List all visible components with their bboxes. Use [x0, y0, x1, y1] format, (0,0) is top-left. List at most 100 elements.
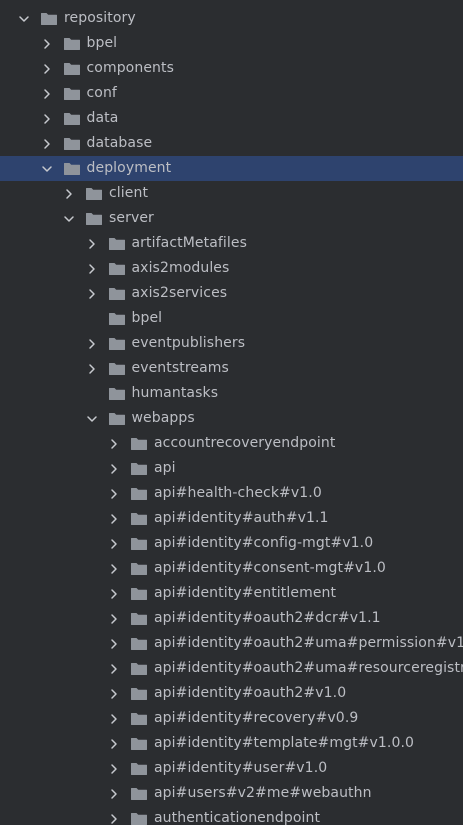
tree-item[interactable]: artifactMetafiles: [0, 231, 463, 256]
chevron-right-icon[interactable]: [106, 686, 122, 702]
project-tree[interactable]: repository bpel components conf data database…: [0, 0, 463, 825]
folder-icon: [130, 712, 148, 726]
tree-item[interactable]: api#identity#oauth2#uma#resourceregistra…: [0, 656, 463, 681]
tree-item[interactable]: database: [0, 131, 463, 156]
tree-item[interactable]: api#identity#oauth2#dcr#v1.1: [0, 606, 463, 631]
chevron-right-icon[interactable]: [84, 286, 100, 302]
chevron-right-icon[interactable]: [106, 636, 122, 652]
tree-item-label: api#identity#consent-mgt#v1.0: [154, 560, 386, 576]
folder-icon: [108, 312, 126, 326]
tree-item-label: data: [86, 110, 119, 126]
tree-item[interactable]: authenticationendpoint: [0, 806, 463, 825]
folder-icon: [108, 262, 126, 276]
tree-item-label: bpel: [131, 310, 163, 326]
tree-item-label: api#identity#config-mgt#v1.0: [154, 535, 374, 551]
chevron-right-icon[interactable]: [39, 86, 55, 102]
folder-icon: [130, 487, 148, 501]
tree-item[interactable]: components: [0, 56, 463, 81]
folder-icon: [130, 687, 148, 701]
tree-item[interactable]: eventstreams: [0, 356, 463, 381]
tree-item-label: api#identity#recovery#v0.9: [154, 710, 359, 726]
tree-item[interactable]: bpel: [0, 31, 463, 56]
chevron-right-icon[interactable]: [39, 61, 55, 77]
folder-icon: [108, 412, 126, 426]
chevron-right-icon[interactable]: [106, 611, 122, 627]
tree-item-label: humantasks: [131, 385, 219, 401]
chevron-down-icon[interactable]: [61, 211, 77, 227]
tree-item-label: api#identity#oauth2#uma#resourceregistra…: [154, 660, 463, 676]
folder-icon: [63, 137, 81, 151]
tree-item[interactable]: api#identity#template#mgt#v1.0.0: [0, 731, 463, 756]
folder-icon: [130, 787, 148, 801]
tree-item[interactable]: api#identity#auth#v1.1: [0, 506, 463, 531]
tree-item[interactable]: client: [0, 181, 463, 206]
chevron-right-icon[interactable]: [84, 336, 100, 352]
chevron-right-icon[interactable]: [106, 536, 122, 552]
tree-item[interactable]: deployment: [0, 156, 463, 181]
chevron-right-icon[interactable]: [84, 361, 100, 377]
chevron-right-icon[interactable]: [39, 36, 55, 52]
folder-icon: [130, 737, 148, 751]
chevron-down-icon[interactable]: [84, 411, 100, 427]
tree-item[interactable]: api: [0, 456, 463, 481]
tree-item-label: api#identity#oauth2#v1.0: [154, 685, 347, 701]
tree-item[interactable]: humantasks: [0, 381, 463, 406]
tree-item[interactable]: conf: [0, 81, 463, 106]
chevron-right-icon[interactable]: [106, 661, 122, 677]
tree-item[interactable]: accountrecoveryendpoint: [0, 431, 463, 456]
chevron-down-icon[interactable]: [16, 11, 32, 27]
folder-icon: [63, 87, 81, 101]
folder-icon: [63, 112, 81, 126]
tree-item[interactable]: api#health-check#v1.0: [0, 481, 463, 506]
tree-item[interactable]: api#identity#entitlement: [0, 581, 463, 606]
folder-icon: [108, 337, 126, 351]
chevron-right-icon[interactable]: [106, 511, 122, 527]
tree-item[interactable]: api#identity#oauth2#v1.0: [0, 681, 463, 706]
tree-item[interactable]: api#identity#consent-mgt#v1.0: [0, 556, 463, 581]
tree-item[interactable]: api#users#v2#me#webauthn: [0, 781, 463, 806]
chevron-right-icon[interactable]: [106, 586, 122, 602]
tree-item[interactable]: api#identity#user#v1.0: [0, 756, 463, 781]
tree-item-label: webapps: [131, 410, 195, 426]
chevron-right-icon[interactable]: [39, 111, 55, 127]
folder-icon: [85, 212, 103, 226]
tree-item[interactable]: webapps: [0, 406, 463, 431]
tree-item[interactable]: server: [0, 206, 463, 231]
chevron-right-icon[interactable]: [106, 561, 122, 577]
chevron-right-icon[interactable]: [106, 461, 122, 477]
chevron-right-icon[interactable]: [106, 711, 122, 727]
tree-item-label: conf: [86, 85, 117, 101]
chevron-right-icon[interactable]: [106, 811, 122, 825]
tree-item[interactable]: axis2services: [0, 281, 463, 306]
tree-item[interactable]: axis2modules: [0, 256, 463, 281]
chevron-right-icon[interactable]: [106, 486, 122, 502]
tree-item[interactable]: repository: [0, 6, 463, 31]
tree-item-label: api#identity#oauth2#uma#permission#v1.0: [154, 635, 463, 651]
tree-item[interactable]: api#identity#oauth2#uma#permission#v1.0: [0, 631, 463, 656]
tree-item[interactable]: eventpublishers: [0, 331, 463, 356]
tree-item-label: accountrecoveryendpoint: [154, 435, 336, 451]
tree-item[interactable]: api#identity#recovery#v0.9: [0, 706, 463, 731]
chevron-right-icon[interactable]: [39, 136, 55, 152]
tree-item[interactable]: bpel: [0, 306, 463, 331]
chevron-right-icon[interactable]: [84, 261, 100, 277]
folder-icon: [85, 187, 103, 201]
folder-icon: [108, 387, 126, 401]
chevron-right-icon[interactable]: [61, 186, 77, 202]
tree-item-label: repository: [64, 10, 136, 26]
chevron-right-icon[interactable]: [106, 736, 122, 752]
tree-item[interactable]: api#identity#config-mgt#v1.0: [0, 531, 463, 556]
chevron-right-icon[interactable]: [106, 436, 122, 452]
folder-icon: [130, 512, 148, 526]
chevron-right-icon[interactable]: [106, 761, 122, 777]
folder-icon: [130, 762, 148, 776]
tree-item[interactable]: data: [0, 106, 463, 131]
folder-icon: [63, 37, 81, 51]
tree-item-label: api#users#v2#me#webauthn: [154, 785, 372, 801]
chevron-down-icon[interactable]: [39, 161, 55, 177]
chevron-right-icon[interactable]: [84, 236, 100, 252]
folder-icon: [130, 612, 148, 626]
chevron-right-icon[interactable]: [106, 786, 122, 802]
